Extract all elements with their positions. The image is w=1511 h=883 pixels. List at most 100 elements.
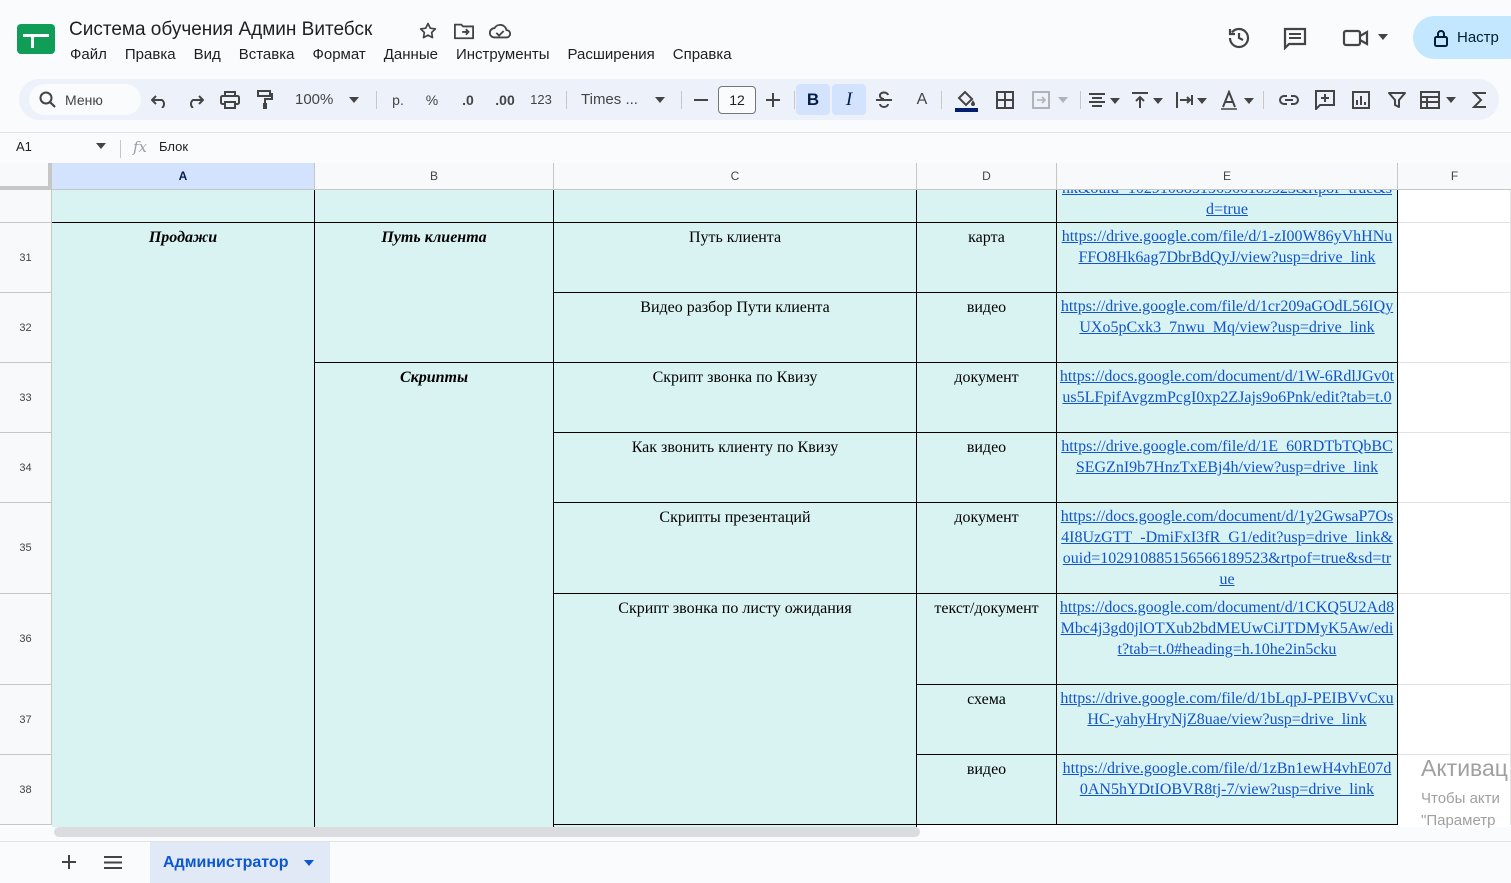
increase-decimal-button[interactable]: .00 (490, 84, 520, 115)
percent-format-button[interactable]: % (419, 84, 445, 115)
cell[interactable] (1398, 363, 1511, 433)
cell-link[interactable]: https://drive.google.com/file/d/1-zI00W8… (1057, 223, 1398, 293)
cell[interactable] (917, 190, 1057, 223)
cell-link[interactable]: https://docs.google.com/document/d/1y2Gw… (1057, 503, 1398, 594)
menu-tools[interactable]: Инструменты (456, 46, 550, 63)
number-format-button[interactable]: 123 (527, 84, 555, 115)
comments-icon[interactable] (1282, 26, 1308, 50)
cell-type[interactable]: документ (917, 503, 1057, 594)
hyperlink[interactable]: https://docs.google.com/document/d/1y2Gw… (1061, 508, 1393, 588)
cell-link[interactable]: https://docs.google.com/document/d/1W-6R… (1057, 363, 1398, 433)
filter-button[interactable] (1384, 84, 1410, 115)
undo-button[interactable] (147, 84, 173, 115)
menu-view[interactable]: Вид (194, 46, 221, 63)
column-header-c[interactable]: C (554, 163, 917, 190)
insert-chart-button[interactable] (1348, 84, 1374, 115)
column-header-b[interactable]: B (315, 163, 554, 190)
strikethrough-button[interactable] (871, 84, 897, 115)
cell-link[interactable]: https://drive.google.com/file/d/1zBn1ewH… (1057, 755, 1398, 825)
sheets-logo-icon[interactable] (17, 24, 55, 54)
all-sheets-icon[interactable] (104, 856, 122, 869)
menu-data[interactable]: Данные (384, 46, 438, 63)
vertical-align-button[interactable] (1129, 84, 1165, 115)
menu-edit[interactable]: Правка (125, 46, 176, 63)
add-sheet-icon[interactable] (62, 855, 76, 869)
cloud-saved-icon[interactable] (488, 20, 512, 42)
chevron-down-icon[interactable] (1378, 34, 1388, 40)
filter-views-button[interactable] (1417, 84, 1459, 115)
decrease-decimal-button[interactable]: .0 (455, 84, 481, 115)
horizontal-scrollbar[interactable] (54, 827, 920, 837)
print-button[interactable] (217, 84, 243, 115)
column-header-e[interactable]: E (1057, 163, 1398, 190)
hyperlink[interactable]: https://drive.google.com/file/d/1E_60RDT… (1061, 438, 1393, 476)
cell-title[interactable]: Видео разбор Пути клиента (554, 293, 917, 363)
insert-link-button[interactable] (1276, 84, 1302, 115)
select-all-corner[interactable] (0, 163, 52, 190)
move-folder-icon[interactable] (452, 20, 476, 42)
row-header[interactable] (0, 190, 52, 223)
menu-insert[interactable]: Вставка (239, 46, 295, 63)
cell-type[interactable]: видео (917, 433, 1057, 503)
cell-link[interactable]: https://drive.google.com/file/d/1E_60RDT… (1057, 433, 1398, 503)
cell[interactable] (1398, 433, 1511, 503)
version-history-icon[interactable] (1226, 25, 1252, 51)
menu-file[interactable]: Файл (70, 46, 107, 63)
menu-extensions[interactable]: Расширения (568, 46, 655, 63)
cell-type[interactable]: видео (917, 755, 1057, 825)
row-header[interactable]: 35 (0, 503, 52, 594)
cell-title[interactable]: Как звонить клиенту по Квизу (554, 433, 917, 503)
hyperlink[interactable]: https://docs.google.com/document/d/1W-6R… (1060, 368, 1394, 406)
cell[interactable] (52, 190, 315, 223)
decrease-font-size-button[interactable] (689, 84, 713, 115)
cell-link[interactable]: https://drive.google.com/file/d/1cr209aG… (1057, 293, 1398, 363)
cell-title[interactable]: Скрипты презентаций (554, 503, 917, 594)
cell-type[interactable]: схема (917, 685, 1057, 755)
font-size-input[interactable]: 12 (717, 84, 757, 115)
document-title[interactable]: Система обучения Админ Витебск (69, 19, 372, 41)
cell-link[interactable]: nk&ouid=102910885156566189523&rtpof=true… (1057, 190, 1398, 223)
row-header[interactable]: 31 (0, 223, 52, 293)
hyperlink[interactable]: nk&ouid=102910885156566189523&rtpof=true… (1062, 190, 1392, 218)
horizontal-align-button[interactable] (1086, 84, 1122, 115)
column-header-a[interactable]: A (52, 163, 315, 190)
text-color-button[interactable]: A (909, 84, 935, 115)
cell[interactable] (1398, 685, 1511, 755)
cell-link[interactable]: https://docs.google.com/document/d/1CKQ5… (1057, 594, 1398, 685)
chevron-down-icon[interactable] (96, 143, 106, 149)
fill-color-button[interactable] (952, 84, 980, 115)
font-family-select[interactable]: Times ... (575, 84, 671, 115)
column-header-d[interactable]: D (917, 163, 1057, 190)
cell-type[interactable]: карта (917, 223, 1057, 293)
name-box[interactable]: A1 (16, 139, 32, 154)
row-header[interactable]: 32 (0, 293, 52, 363)
hyperlink[interactable]: https://docs.google.com/document/d/1CKQ5… (1060, 599, 1394, 658)
menu-search[interactable]: Меню (29, 84, 141, 115)
zoom-select[interactable]: 100% (291, 84, 365, 115)
bold-button[interactable]: B (796, 84, 830, 115)
cell[interactable] (315, 190, 554, 223)
cell-type[interactable]: текст/документ (917, 594, 1057, 685)
cell-title[interactable]: Скрипт звонка по Квизу (554, 363, 917, 433)
cell-type[interactable]: видео (917, 293, 1057, 363)
menu-format[interactable]: Формат (312, 46, 365, 63)
merge-cells-button[interactable] (1028, 84, 1072, 115)
cell[interactable] (1398, 293, 1511, 363)
cell-title[interactable]: Скрипт звонка по листу ожидания (554, 594, 917, 825)
hyperlink[interactable]: https://drive.google.com/file/d/1bLqpJ-P… (1060, 690, 1393, 728)
cell[interactable] (554, 190, 917, 223)
row-header[interactable]: 38 (0, 755, 52, 825)
increase-font-size-button[interactable] (761, 84, 785, 115)
formula-input[interactable]: Блок (159, 139, 188, 154)
star-icon[interactable] (416, 20, 440, 42)
text-wrap-button[interactable] (1173, 84, 1209, 115)
functions-button[interactable] (1467, 84, 1493, 115)
cell-link[interactable]: https://drive.google.com/file/d/1bLqpJ-P… (1057, 685, 1398, 755)
spreadsheet-grid[interactable]: A B C D E F 31 32 33 34 35 36 37 38 nk&o… (0, 163, 1511, 827)
sheet-tab-admin[interactable]: Администратор (150, 842, 330, 883)
cell-title[interactable]: Путь клиента (554, 223, 917, 293)
hyperlink[interactable]: https://drive.google.com/file/d/1cr209aG… (1061, 298, 1393, 336)
currency-format-button[interactable]: р. (385, 84, 411, 115)
insert-comment-button[interactable] (1312, 84, 1338, 115)
row-header[interactable]: 33 (0, 363, 52, 433)
